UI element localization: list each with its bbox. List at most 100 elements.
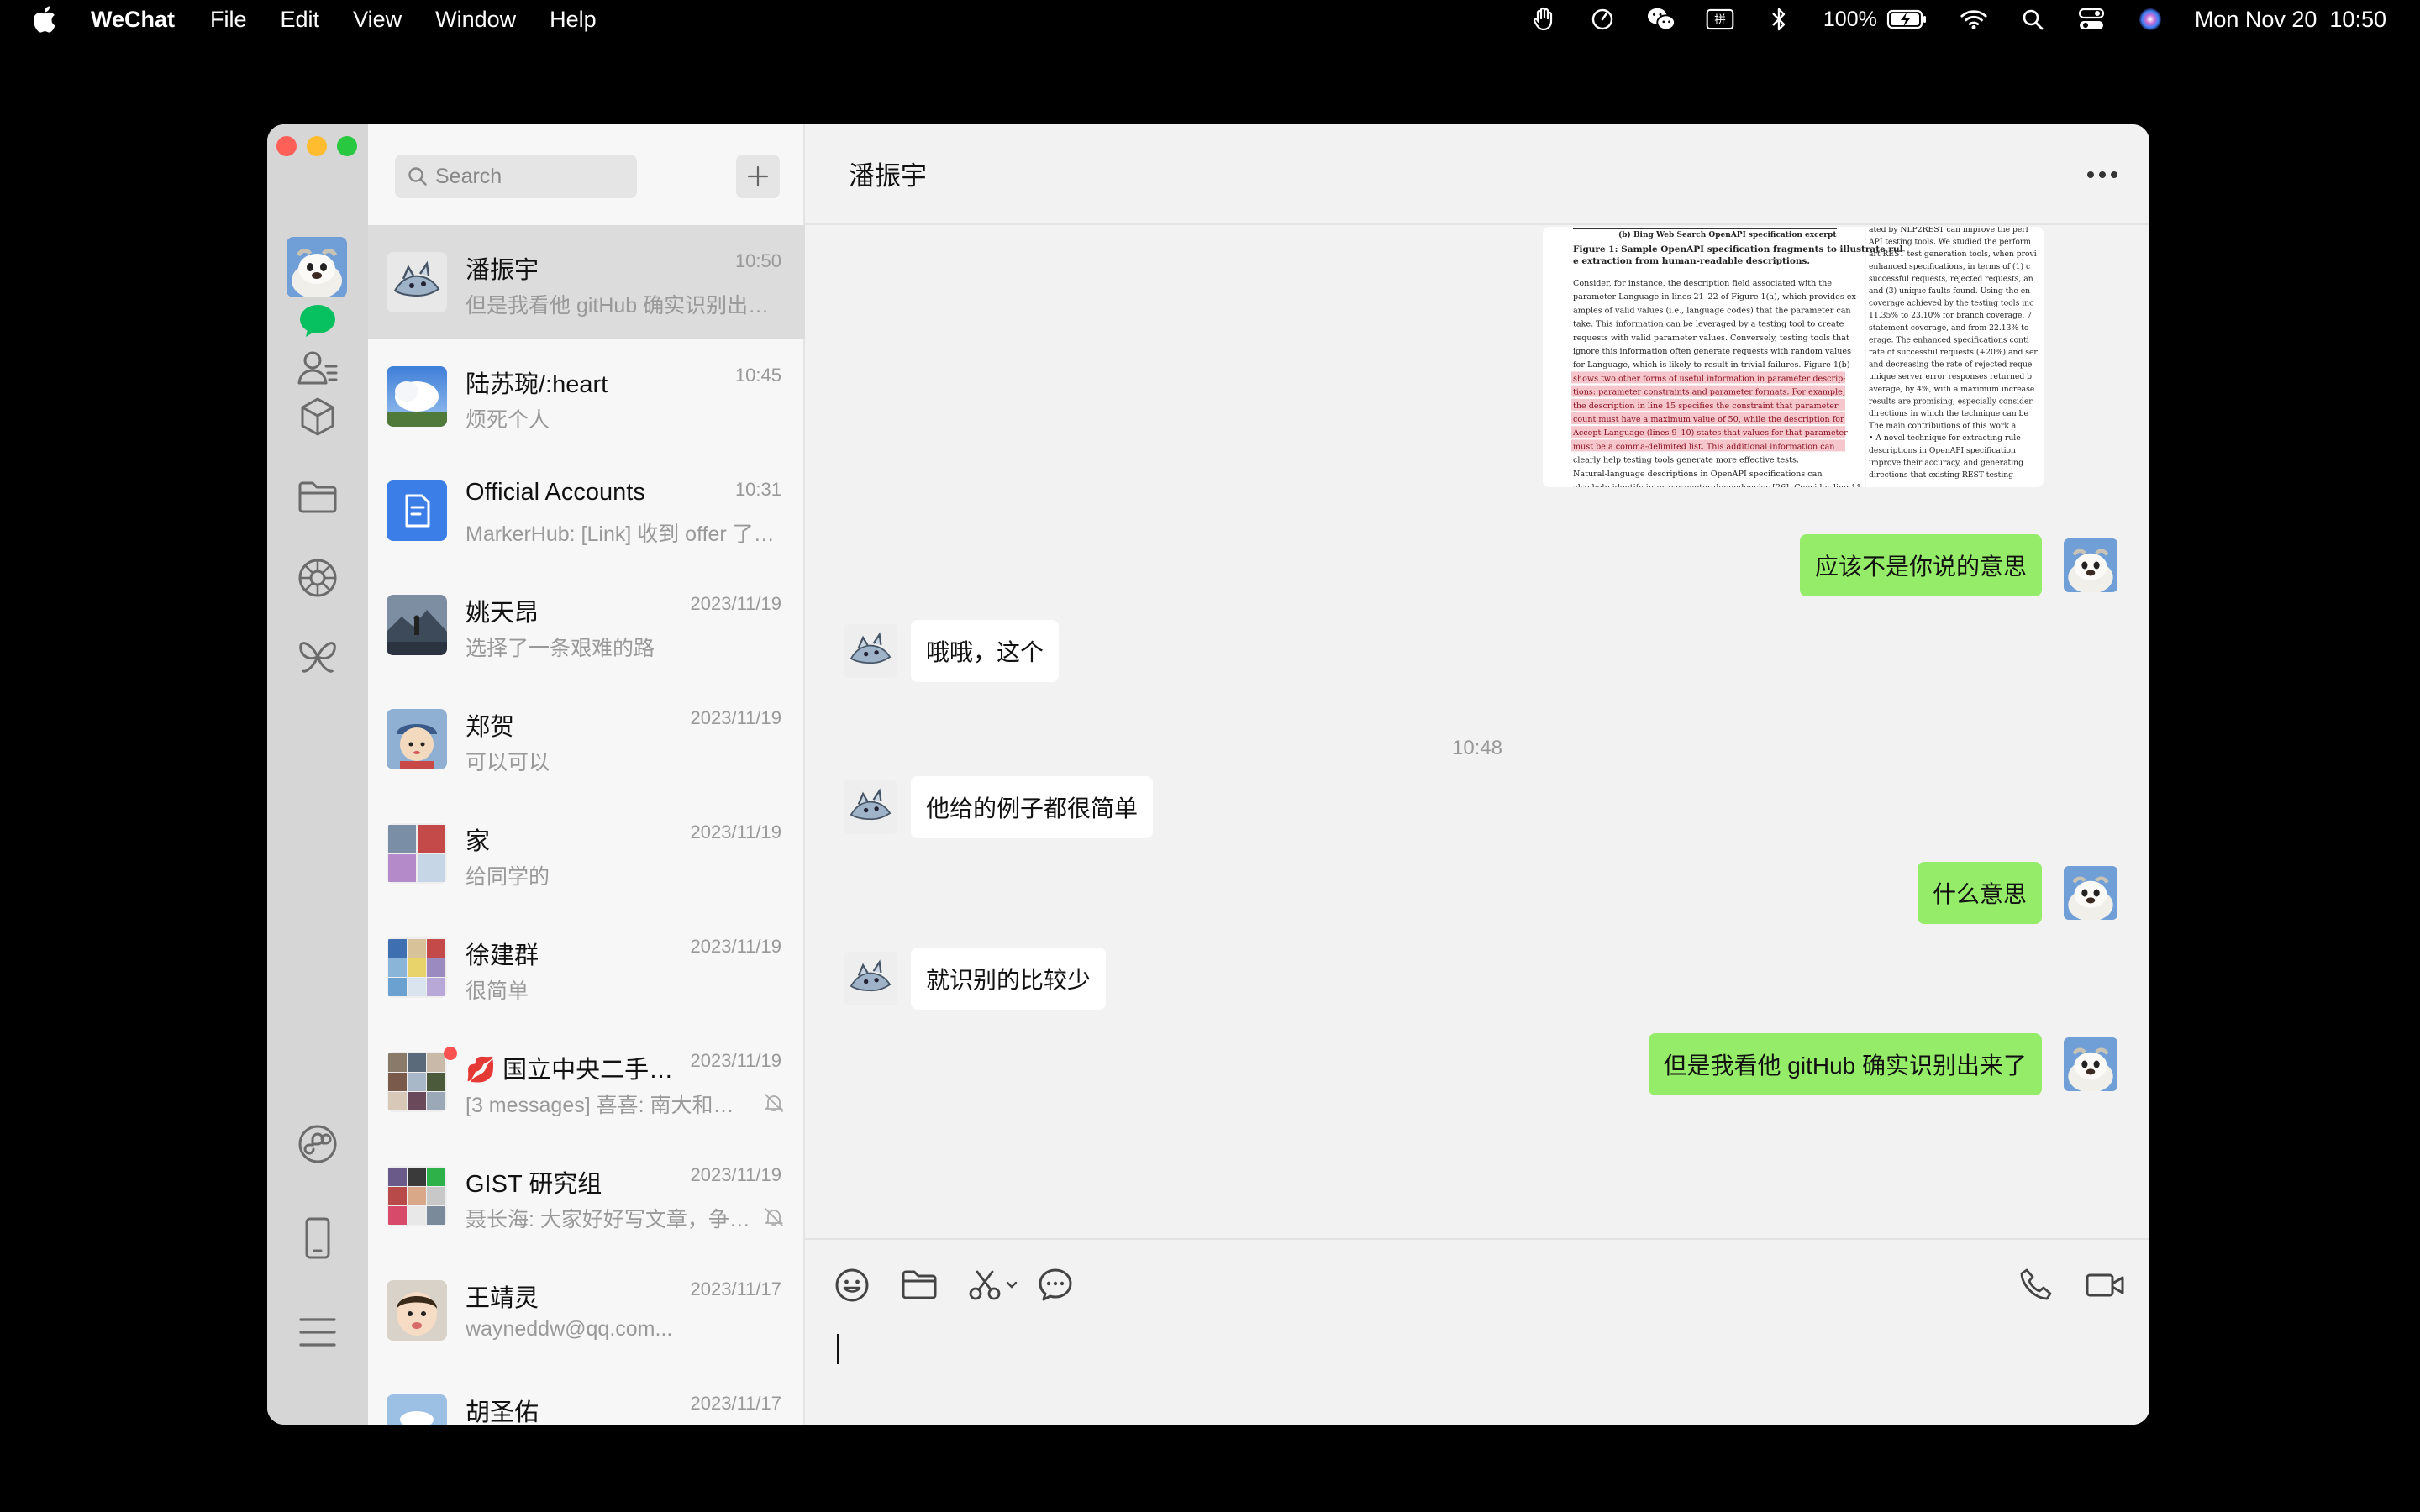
paper-text-line: and decreasing the rate of rejected requ… <box>1869 360 2032 370</box>
chat-name: 徐建群 <box>466 942 539 969</box>
chats-tab-icon[interactable] <box>292 296 343 346</box>
image-message[interactable]: (b) Bing Web Search OpenAPI specificatio… <box>1543 227 2044 487</box>
channels-tab-icon[interactable] <box>292 632 343 682</box>
chat-item[interactable]: GIST 研究组 2023/11/19 聂长海: 大家好好写文章，争… <box>368 1139 805 1253</box>
outgoing-message-bubble[interactable]: 应该不是你说的意思 <box>1799 534 2042 596</box>
close-window-button[interactable] <box>276 136 297 156</box>
outgoing-message-bubble[interactable]: 什么意思 <box>1917 862 2042 924</box>
official-accounts-icon <box>387 480 447 541</box>
outgoing-message-bubble[interactable]: 但是我看他 gitHub 确实识别出来了 <box>1648 1033 2042 1095</box>
paper-text-line: requests with valid parameter values. Co… <box>1573 333 1849 343</box>
paper-text-line: coverage achieved by the testing tools i… <box>1869 299 2033 308</box>
paper-text-line: the description in line 15 specifies the… <box>1573 402 1839 411</box>
menu-file[interactable]: File <box>210 7 247 33</box>
bluetooth-icon[interactable] <box>1765 5 1793 34</box>
chat-name: 王靖灵 <box>466 1285 539 1312</box>
chat-item[interactable]: 姚天昂 2023/11/19 选择了一条艰难的路 <box>368 568 805 682</box>
chat-item[interactable]: 潘振宇 10:50 但是我看他 gitHub 确实识别出来了 <box>368 225 805 339</box>
chat-item[interactable]: 家 2023/11/19 给同学的 <box>368 796 805 911</box>
menu-help[interactable]: Help <box>550 7 597 33</box>
menu-bar: WeChat File Edit View Window Help 拼 100% <box>0 0 2420 39</box>
chat-item[interactable]: 💋 国立中央二手… 2023/11/19 [3 messages] 喜喜: 南大… <box>368 1025 805 1139</box>
chat-preview: 给同学的 <box>466 865 550 889</box>
my-message-avatar[interactable] <box>2064 866 2118 920</box>
hand-status-icon[interactable] <box>1529 5 1558 34</box>
chat-preview: 烦死个人 <box>466 408 550 432</box>
my-avatar[interactable] <box>287 237 347 297</box>
my-message-avatar[interactable] <box>2064 1037 2118 1091</box>
contact-message-avatar[interactable] <box>844 780 897 834</box>
paper-text-line: must be a comma-delimited list. This add… <box>1573 442 1835 451</box>
chat-item[interactable]: 郑贺 2023/11/19 可以可以 <box>368 682 805 796</box>
contacts-tab-icon[interactable] <box>292 343 343 393</box>
paper-text-line: parameter Language in lines 21–22 of Fig… <box>1573 292 1859 302</box>
chat-preview: MarkerHub: [Link] 收到 offer 了… <box>466 522 775 546</box>
incoming-message-bubble[interactable]: 就识别的比较少 <box>911 948 1107 1010</box>
paper-text-line: descriptions in OpenAPI specification <box>1869 446 2016 455</box>
paper-text-line: erage. The enhanced specifications conti <box>1869 335 2029 344</box>
chat-item[interactable]: Official Accounts 10:31 MarkerHub: [Link… <box>368 454 805 568</box>
screenshot-scissors-icon[interactable] <box>966 1265 1023 1305</box>
navigation-rail <box>267 124 368 1425</box>
chat-time: 2023/11/19 <box>690 936 781 957</box>
incoming-message-bubble[interactable]: 哦哦，这个 <box>911 620 1060 682</box>
mini-programs-icon[interactable] <box>292 1119 343 1169</box>
chat-time: 2023/11/17 <box>690 1393 781 1414</box>
chat-item[interactable]: 王靖灵 2023/11/17 wayneddw@qq.com... <box>368 1253 805 1368</box>
contact-message-avatar[interactable] <box>844 624 897 678</box>
files-tab-icon[interactable] <box>292 472 343 522</box>
wifi-icon[interactable] <box>1960 5 1988 34</box>
menubar-clock[interactable]: Mon Nov 20 10:50 <box>2195 7 2386 33</box>
chat-time: 2023/11/19 <box>690 822 781 843</box>
control-center-icon[interactable] <box>2077 5 2106 34</box>
wechat-status-icon[interactable] <box>1647 5 1676 34</box>
chat-time: 10:31 <box>734 479 781 500</box>
chat-history-icon[interactable] <box>1035 1265 1076 1305</box>
chat-preview: wayneddw@qq.com... <box>466 1317 673 1341</box>
chat-item[interactable]: 胡圣佑 2023/11/17 <box>368 1368 805 1425</box>
chat-item[interactable]: 徐建群 2023/11/19 很简单 <box>368 911 805 1025</box>
paper-text-line: and (3) unique faults found. Using the e… <box>1869 286 2030 296</box>
add-chat-button[interactable] <box>736 155 780 198</box>
my-message-avatar[interactable] <box>2064 538 2118 592</box>
paper-text-line: ated by NLP2REST can improve the perf <box>1869 227 2029 234</box>
emoji-icon[interactable] <box>832 1265 872 1305</box>
favorites-tab-icon[interactable] <box>292 391 343 442</box>
settings-menu-icon[interactable] <box>292 1307 343 1357</box>
menu-edit[interactable]: Edit <box>281 7 320 33</box>
video-call-icon[interactable] <box>2082 1265 2129 1305</box>
app-name-menu[interactable]: WeChat <box>91 7 175 33</box>
chat-time: 2023/11/19 <box>690 1164 781 1185</box>
minimize-window-button[interactable] <box>307 136 327 156</box>
contact-message-avatar[interactable] <box>844 952 897 1005</box>
text-input-caret[interactable] <box>837 1334 839 1364</box>
moments-tab-icon[interactable] <box>292 553 343 603</box>
input-method-icon[interactable]: 拼 <box>1706 5 1734 34</box>
menu-view[interactable]: View <box>353 7 402 33</box>
chat-item[interactable]: 陆苏琬/:heart 10:45 烦死个人 <box>368 339 805 454</box>
send-file-icon[interactable] <box>899 1265 939 1305</box>
menu-window[interactable]: Window <box>435 7 516 33</box>
paper-text-line: directions that existing REST testing <box>1869 470 2013 480</box>
chat-preview: 很简单 <box>466 979 529 1003</box>
message-list[interactable]: (b) Bing Web Search OpenAPI specificatio… <box>805 227 2149 1238</box>
spotlight-search-icon[interactable] <box>2018 5 2047 34</box>
paper-text-line: enhanced specifications, in terms of (1)… <box>1869 262 2030 271</box>
phone-device-icon[interactable] <box>292 1213 343 1263</box>
search-input[interactable]: Search <box>395 155 637 198</box>
voice-call-icon[interactable] <box>2017 1265 2057 1305</box>
paper-text-line: for Language, which is likely to result … <box>1573 360 1850 370</box>
battery-icon[interactable] <box>1886 5 1929 34</box>
zoom-window-button[interactable] <box>337 136 357 156</box>
group-avatar <box>387 937 447 998</box>
contact-avatar <box>387 595 447 655</box>
speed-gauge-icon[interactable] <box>1588 5 1617 34</box>
apple-menu-icon[interactable] <box>32 6 57 33</box>
more-options-icon[interactable] <box>2082 158 2123 192</box>
message-timestamp: 10:48 <box>1451 737 1503 759</box>
siri-icon[interactable] <box>2136 5 2165 34</box>
search-placeholder: Search <box>435 164 502 188</box>
paper-text-line: Accept-Language (lines 9–10) states that… <box>1572 428 1848 438</box>
group-avatar <box>387 1052 447 1112</box>
incoming-message-bubble[interactable]: 他给的例子都很简单 <box>911 776 1154 838</box>
